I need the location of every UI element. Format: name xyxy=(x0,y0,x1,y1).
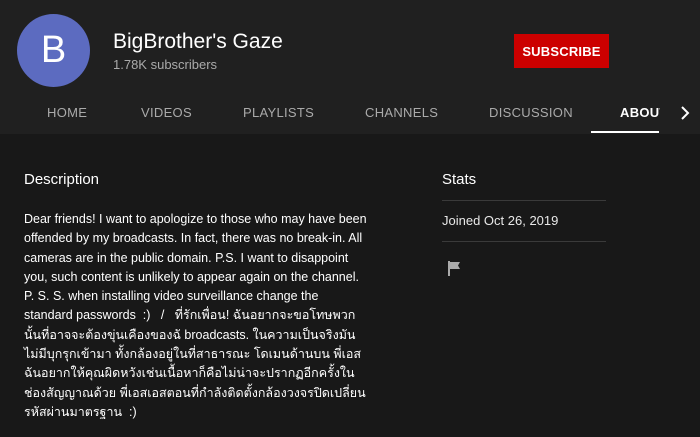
subscribe-button[interactable]: SUBSCRIBE xyxy=(514,34,609,68)
flag-icon[interactable] xyxy=(446,260,462,276)
tab-home[interactable]: HOME xyxy=(47,105,87,120)
description-heading: Description xyxy=(24,171,100,188)
channel-description: Dear friends! I want to apologize to tho… xyxy=(24,212,371,419)
channel-avatar[interactable]: B xyxy=(17,14,90,87)
tab-discussion[interactable]: DISCUSSION xyxy=(489,105,573,120)
channel-header: B BigBrother's Gaze 1.78K subscribers SU… xyxy=(0,0,700,134)
active-tab-indicator xyxy=(591,131,659,133)
tab-channels[interactable]: CHANNELS xyxy=(365,105,438,120)
channel-name: BigBrother's Gaze xyxy=(113,30,283,53)
joined-date: Joined Oct 26, 2019 xyxy=(442,213,559,228)
stats-heading: Stats xyxy=(442,171,477,188)
stats-divider-bottom xyxy=(442,241,606,242)
tab-videos[interactable]: VIDEOS xyxy=(141,105,192,120)
chevron-right-icon[interactable] xyxy=(680,106,690,120)
tab-playlists[interactable]: PLAYLISTS xyxy=(243,105,314,120)
stats-divider-top xyxy=(442,200,606,201)
tab-about[interactable]: ABOUT xyxy=(620,105,660,120)
subscriber-count: 1.78K subscribers xyxy=(113,57,218,72)
